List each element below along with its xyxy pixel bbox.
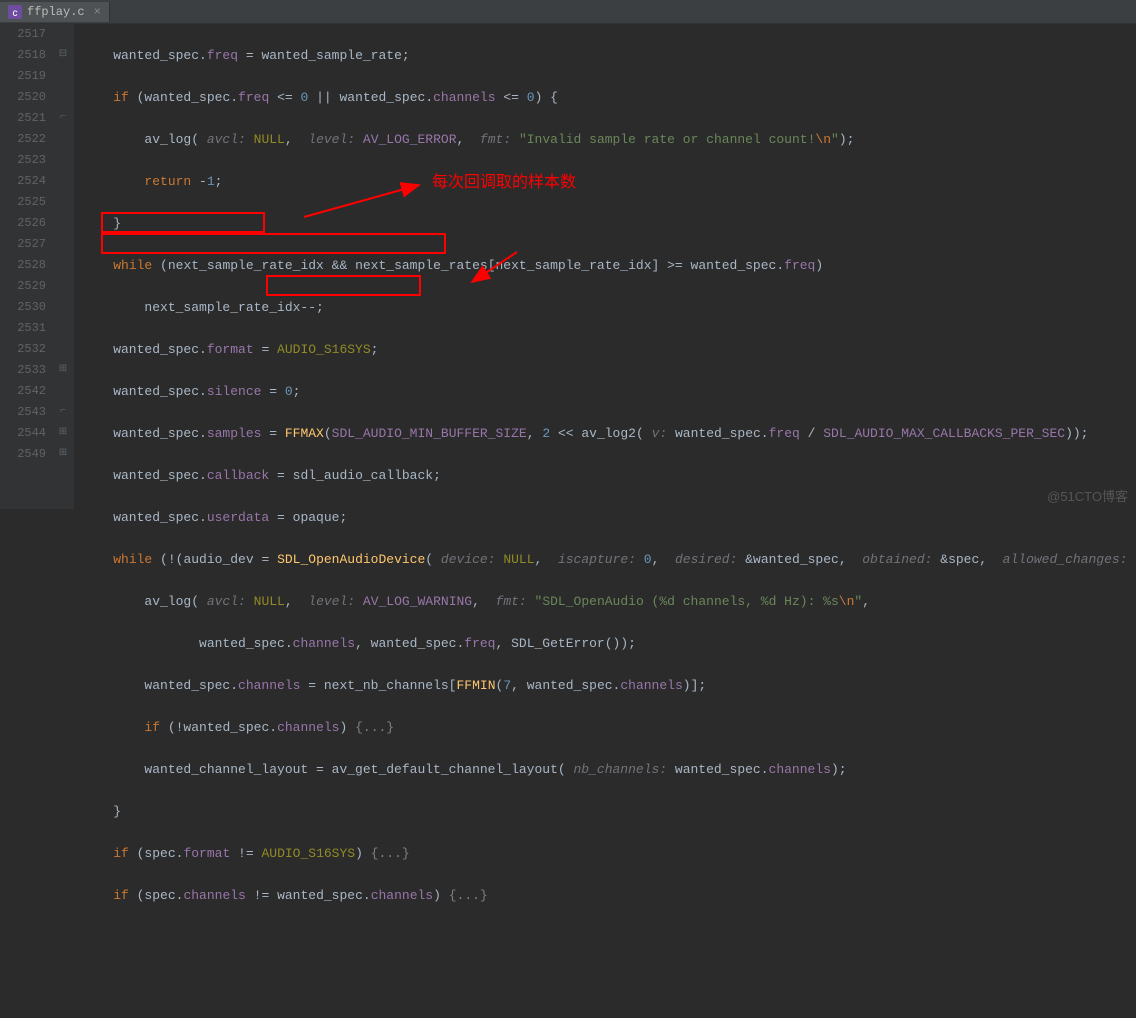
code-line[interactable]: av_log( avcl: NULL, level: AV_LOG_ERROR,… [82, 129, 1136, 150]
tab-filename: ffplay.c [27, 5, 85, 19]
line-number: 2544 [0, 423, 46, 444]
file-tab[interactable]: c ffplay.c × [0, 2, 110, 22]
code-line[interactable]: wanted_channel_layout = av_get_default_c… [82, 759, 1136, 780]
code-line[interactable]: } [82, 801, 1136, 822]
code-editor[interactable]: 2517 2518 2519 2520 2521 2522 2523 2524 … [0, 24, 1136, 509]
code-line[interactable]: wanted_spec.samples = FFMAX(SDL_AUDIO_MI… [82, 423, 1136, 444]
line-number: 2519 [0, 66, 46, 87]
code-line[interactable]: if (spec.format != AUDIO_S16SYS) {...} [82, 843, 1136, 864]
tab-close-icon[interactable]: × [90, 5, 101, 19]
code-line[interactable]: wanted_spec.freq = wanted_sample_rate; [82, 45, 1136, 66]
code-line[interactable]: wanted_spec.userdata = opaque; [82, 507, 1136, 528]
line-number: 2527 [0, 234, 46, 255]
line-number: 2525 [0, 192, 46, 213]
code-line[interactable]: while (next_sample_rate_idx && next_samp… [82, 255, 1136, 276]
code-line[interactable]: return -1; [82, 171, 1136, 192]
code-line[interactable]: next_sample_rate_idx--; [82, 297, 1136, 318]
code-line[interactable]: if (!wanted_spec.channels) {...} [82, 717, 1136, 738]
fold-gutter: ⊟ ⌐ ⊞ ⌐ ⊞ ⊞ [56, 24, 70, 509]
code-line[interactable]: wanted_spec.callback = sdl_audio_callbac… [82, 465, 1136, 486]
fold-plus-icon[interactable]: ⊞ [58, 428, 68, 438]
code-line[interactable]: wanted_spec.format = AUDIO_S16SYS; [82, 339, 1136, 360]
c-file-icon: c [8, 5, 22, 19]
line-number: 2517 [0, 24, 46, 45]
fold-close-icon[interactable]: ⌐ [58, 113, 68, 123]
line-number: 2542 [0, 381, 46, 402]
line-gutter: 2517 2518 2519 2520 2521 2522 2523 2524 … [0, 24, 56, 509]
line-number: 2529 [0, 276, 46, 297]
code-line[interactable]: wanted_spec.channels, wanted_spec.freq, … [82, 633, 1136, 654]
highlight-box [101, 233, 446, 254]
code-line[interactable]: if (spec.channels != wanted_spec.channel… [82, 885, 1136, 906]
line-number: 2520 [0, 87, 46, 108]
highlight-box [266, 275, 421, 296]
line-number: 2526 [0, 213, 46, 234]
svg-text:c: c [13, 8, 18, 19]
line-number: 2522 [0, 129, 46, 150]
tab-bar: c ffplay.c × [0, 0, 1136, 24]
line-number: 2531 [0, 318, 46, 339]
code-line[interactable]: wanted_spec.channels = next_nb_channels[… [82, 675, 1136, 696]
line-number: 2518 [0, 45, 46, 66]
line-number: 2528 [0, 255, 46, 276]
line-number: 2543 [0, 402, 46, 423]
fold-open-icon[interactable]: ⊟ [58, 50, 68, 60]
line-number: 2549 [0, 444, 46, 465]
line-number: 2530 [0, 297, 46, 318]
fold-plus-icon[interactable]: ⊞ [58, 365, 68, 375]
fold-plus-icon[interactable]: ⊞ [58, 449, 68, 459]
code-line[interactable]: av_log( avcl: NULL, level: AV_LOG_WARNIN… [82, 591, 1136, 612]
watermark: @51CTO博客 [1047, 486, 1128, 505]
line-number: 2523 [0, 150, 46, 171]
code-line[interactable]: wanted_spec.silence = 0; [82, 381, 1136, 402]
line-number: 2524 [0, 171, 46, 192]
line-number: 2521 [0, 108, 46, 129]
code-line[interactable]: while (!(audio_dev = SDL_OpenAudioDevice… [82, 549, 1136, 570]
line-number: 2533 [0, 360, 46, 381]
code-line[interactable]: } [82, 213, 1136, 234]
code-area[interactable]: wanted_spec.freq = wanted_sample_rate; i… [74, 24, 1136, 509]
line-number: 2532 [0, 339, 46, 360]
fold-close-icon[interactable]: ⌐ [58, 407, 68, 417]
code-line[interactable]: if (wanted_spec.freq <= 0 || wanted_spec… [82, 87, 1136, 108]
